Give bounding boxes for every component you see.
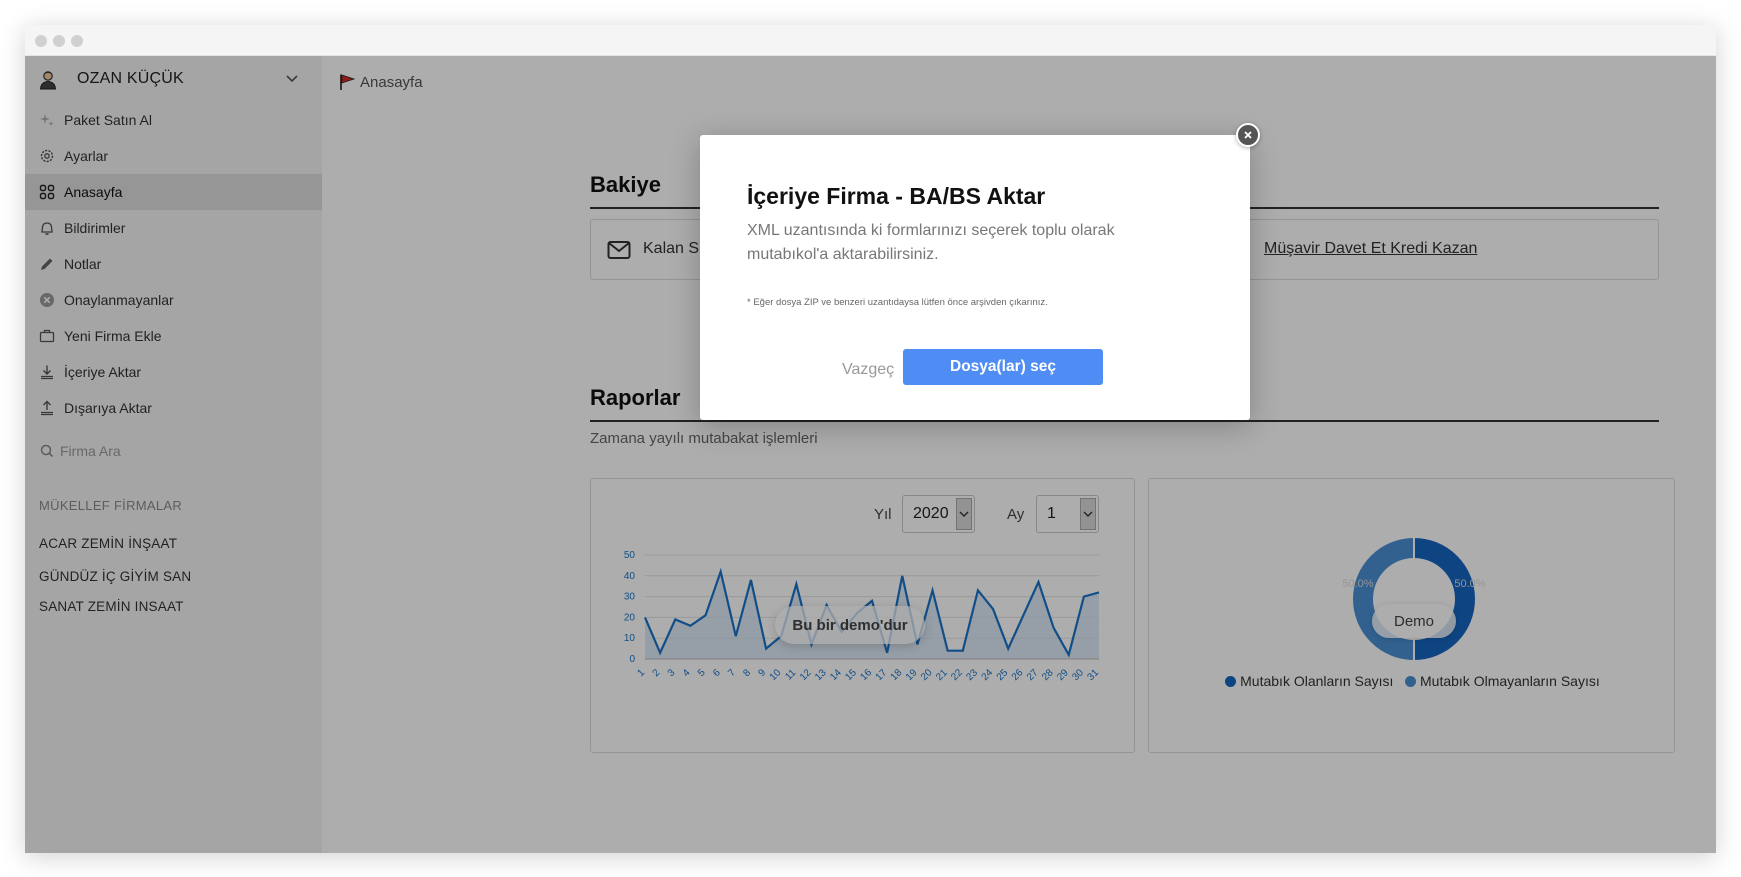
import-modal: İçeriye Firma - BA/BS Aktar XML uzantısı… bbox=[700, 135, 1250, 420]
select-files-button[interactable]: Dosya(lar) seç bbox=[903, 349, 1103, 385]
window-titlebar bbox=[25, 25, 1716, 56]
window-minimize-dot[interactable] bbox=[53, 35, 65, 47]
modal-close-button[interactable] bbox=[1236, 123, 1260, 147]
window-maximize-dot[interactable] bbox=[71, 35, 83, 47]
window-close-dot[interactable] bbox=[35, 35, 47, 47]
modal-title: İçeriye Firma - BA/BS Aktar bbox=[747, 183, 1046, 209]
close-icon bbox=[1244, 131, 1252, 139]
browser-window: OZAN KÜÇÜK Paket Satın Al Ayarlar Anasay… bbox=[25, 25, 1716, 853]
modal-note: * Eğer dosya ZIP ve benzeri uzantıdaysa … bbox=[747, 297, 1048, 308]
modal-description: XML uzantısında ki formlarınızı seçerek … bbox=[747, 222, 1115, 263]
cancel-button[interactable]: Vazgeç bbox=[842, 359, 896, 381]
